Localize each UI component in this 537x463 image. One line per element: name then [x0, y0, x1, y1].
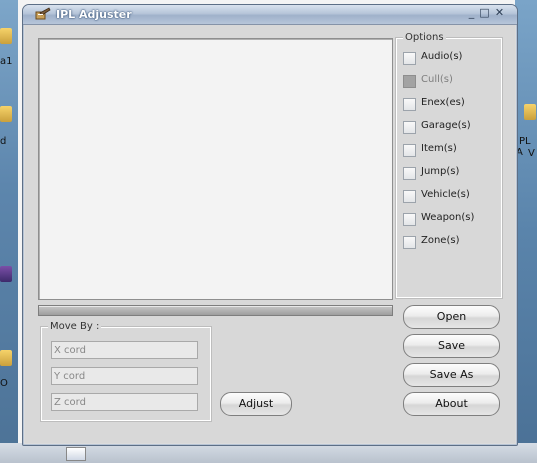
close-button[interactable]: ✕: [493, 6, 506, 20]
jump-checkbox[interactable]: [403, 167, 416, 180]
app-icon: [35, 7, 51, 20]
item-checkbox[interactable]: [403, 144, 416, 157]
desktop-label: a1: [0, 56, 13, 67]
desktop-archive-icon[interactable]: [0, 266, 12, 282]
audio-checkbox[interactable]: [403, 52, 416, 65]
ipl-entries-list[interactable]: [38, 38, 393, 300]
about-button[interactable]: About: [403, 392, 500, 416]
maximize-button[interactable]: □: [478, 6, 491, 20]
item-label: Item(s): [421, 143, 457, 154]
vehicle-label: Vehicle(s): [421, 189, 470, 200]
options-groupbox: Options Audio(s) Cull(s) Enex(es) Garage…: [395, 32, 503, 299]
save-as-button[interactable]: Save As: [403, 363, 500, 387]
minimize-button[interactable]: _: [465, 6, 478, 20]
enex-checkbox[interactable]: [403, 98, 416, 111]
z-cord-field[interactable]: Z cord: [51, 393, 198, 411]
jump-label: Jump(s): [421, 166, 460, 177]
ipl-adjuster-window: IPL Adjuster _ □ ✕ Options Audio(s) Cull…: [22, 4, 518, 446]
desktop-label: O: [0, 378, 8, 389]
window-title: IPL Adjuster: [56, 8, 132, 21]
garage-checkbox[interactable]: [403, 121, 416, 134]
desktop-label: V: [528, 148, 535, 159]
x-cord-field[interactable]: X cord: [51, 341, 198, 359]
vehicle-checkbox[interactable]: [403, 190, 416, 203]
title-bar[interactable]: IPL Adjuster _ □ ✕: [23, 5, 517, 25]
desktop-left-edge: [0, 0, 18, 463]
audio-label: Audio(s): [421, 51, 463, 62]
desktop-right-edge: [515, 0, 537, 463]
move-by-groupbox: Move By : X cord Y cord Z cord: [40, 321, 212, 422]
window-client-area: Options Audio(s) Cull(s) Enex(es) Garage…: [25, 25, 515, 443]
taskbar: [0, 443, 537, 463]
progress-bar: [38, 305, 393, 316]
desktop-label: d: [0, 136, 7, 147]
y-cord-field[interactable]: Y cord: [51, 367, 198, 385]
desktop-folder-icon[interactable]: [0, 28, 12, 44]
weapon-label: Weapon(s): [421, 212, 475, 223]
move-by-legend: Move By :: [48, 321, 102, 332]
save-button[interactable]: Save: [403, 334, 500, 358]
desktop-folder-icon[interactable]: [0, 106, 12, 122]
cull-checkbox: [403, 75, 416, 88]
enex-label: Enex(es): [421, 97, 465, 108]
zone-checkbox[interactable]: [403, 236, 416, 249]
taskbar-app-icon[interactable]: [66, 447, 86, 461]
desktop-folder-icon[interactable]: [0, 350, 12, 366]
weapon-checkbox[interactable]: [403, 213, 416, 226]
cull-label: Cull(s): [421, 74, 453, 85]
options-legend: Options: [403, 32, 446, 43]
open-button[interactable]: Open: [403, 305, 500, 329]
adjust-button[interactable]: Adjust: [220, 392, 292, 416]
zone-label: Zone(s): [421, 235, 460, 246]
garage-label: Garage(s): [421, 120, 471, 131]
desktop-folder-icon[interactable]: [524, 104, 536, 120]
